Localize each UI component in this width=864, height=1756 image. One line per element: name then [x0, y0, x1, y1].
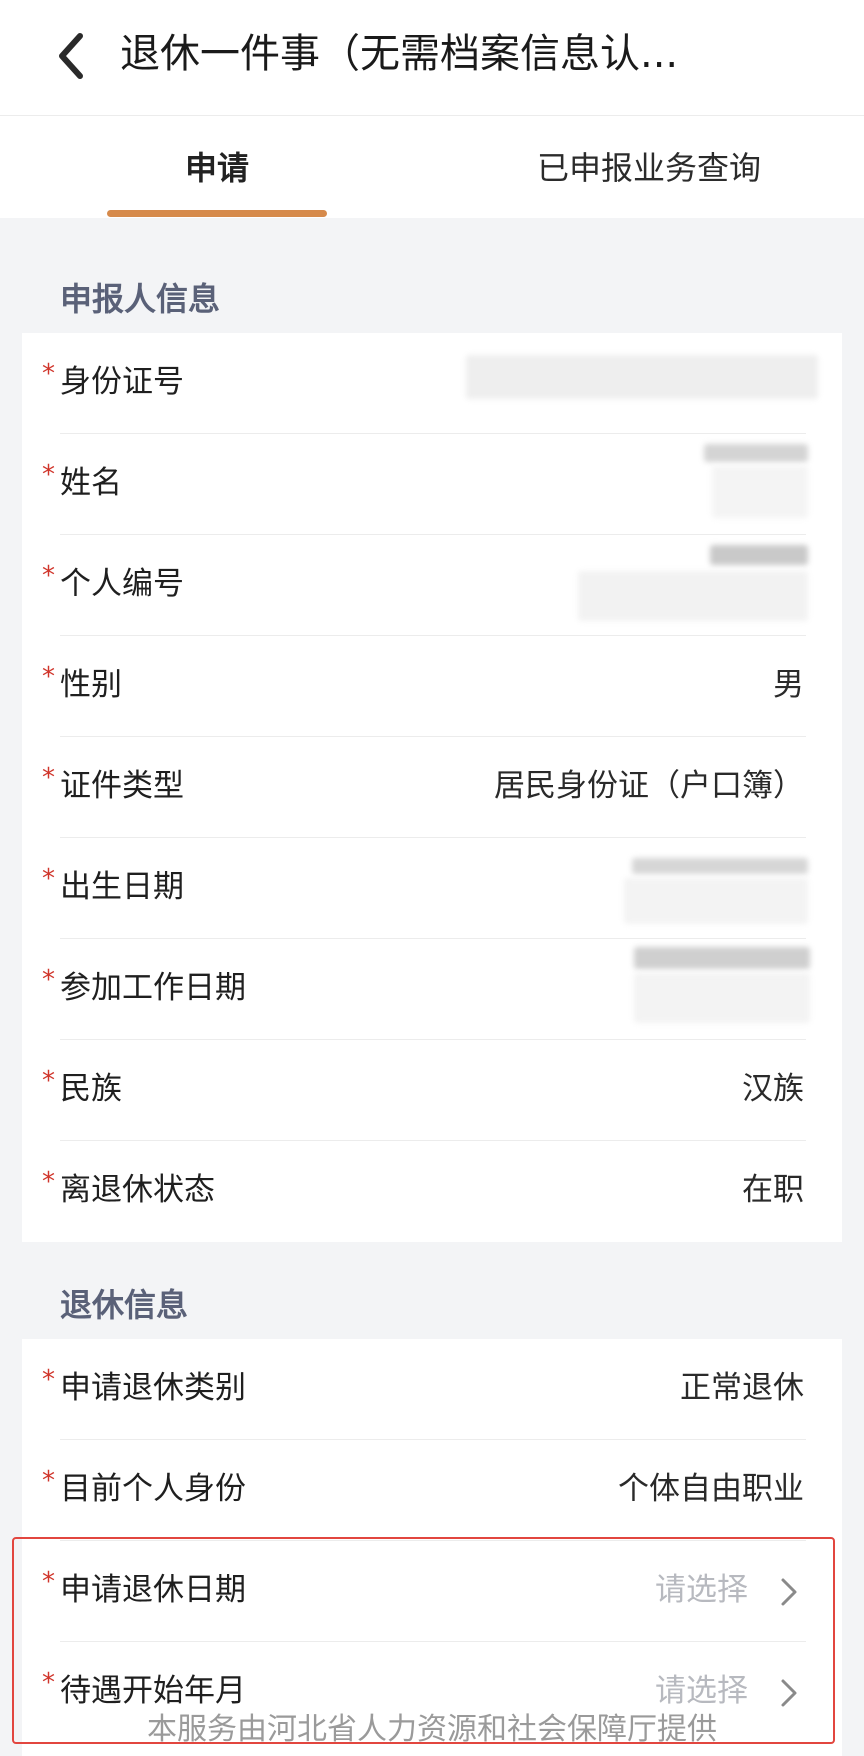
label-id-type: 证件类型 — [60, 768, 184, 804]
label-current-identity: 目前个人身份 — [60, 1471, 246, 1507]
label-ethnicity: 民族 — [60, 1071, 122, 1107]
top-bar: 退休一件事（无需档案信息认... — [0, 0, 864, 116]
row-current-identity: * 目前个人身份 个体自由职业 — [22, 1440, 842, 1541]
required-mark: * — [42, 965, 55, 995]
label-retirement-category: 申请退休类别 — [60, 1370, 246, 1406]
footer-provider-text: 本服务由河北省人力资源和社会保障厅提供 — [147, 1712, 717, 1747]
row-id-number: * 身份证号 — [22, 333, 842, 434]
redacted-work-start-date-lower — [634, 973, 810, 1023]
required-mark: * — [42, 1167, 55, 1197]
required-mark: * — [42, 662, 55, 692]
row-name: * 姓名 — [22, 434, 842, 535]
label-gender: 性别 — [60, 667, 122, 703]
required-mark: * — [42, 460, 55, 490]
label-id-number: 身份证号 — [60, 364, 184, 400]
tab-submitted-query[interactable]: 已申报业务查询 — [537, 146, 761, 190]
redacted-birth-date — [632, 858, 808, 874]
required-mark: * — [42, 763, 55, 793]
applicant-info-card: * 身份证号 * 姓名 * 个人编号 * 性别 男 * 证件类型 居民身份证（户… — [22, 333, 842, 1242]
section-title-retirement: 退休信息 — [60, 1286, 189, 1324]
redacted-birth-date-lower — [624, 878, 808, 924]
tab-bar: 申请 已申报业务查询 — [0, 116, 864, 218]
redacted-personal-number — [710, 545, 808, 565]
active-tab-indicator — [107, 210, 327, 217]
row-id-type: * 证件类型 居民身份证（户口簿） — [22, 737, 842, 838]
chevron-left-icon — [59, 33, 83, 79]
required-mark: * — [42, 1466, 55, 1496]
required-mark: * — [42, 561, 55, 591]
label-birth-date: 出生日期 — [60, 869, 184, 905]
value-gender: 男 — [773, 667, 804, 703]
required-mark: * — [42, 359, 55, 389]
required-mark: * — [42, 1365, 55, 1395]
redacted-name-lower — [712, 466, 808, 518]
required-mark: * — [42, 1066, 55, 1096]
label-work-start-date: 参加工作日期 — [60, 970, 246, 1006]
row-ethnicity: * 民族 汉族 — [22, 1040, 842, 1141]
tab-apply[interactable]: 申请 — [185, 146, 249, 190]
value-ethnicity: 汉族 — [742, 1071, 804, 1107]
label-retirement-status: 离退休状态 — [60, 1172, 215, 1208]
required-mark: * — [42, 864, 55, 894]
row-personal-number: * 个人编号 — [22, 535, 842, 636]
redacted-id-number — [466, 355, 818, 399]
value-retirement-category: 正常退休 — [680, 1370, 804, 1406]
row-work-start-date: * 参加工作日期 — [22, 939, 842, 1040]
redacted-work-start-date — [634, 947, 810, 969]
value-current-identity: 个体自由职业 — [618, 1471, 804, 1507]
label-name: 姓名 — [60, 465, 122, 501]
row-birth-date: * 出生日期 — [22, 838, 842, 939]
redacted-name — [704, 444, 808, 462]
redacted-personal-number-lower — [578, 571, 808, 621]
row-retirement-status: * 离退休状态 在职 — [22, 1141, 842, 1242]
section-title-applicant: 申报人信息 — [60, 280, 221, 318]
row-retirement-category: * 申请退休类别 正常退休 — [22, 1339, 842, 1440]
label-personal-number: 个人编号 — [60, 566, 184, 602]
value-retirement-status: 在职 — [742, 1172, 804, 1208]
back-button[interactable] — [48, 28, 96, 84]
page-title: 退休一件事（无需档案信息认... — [120, 31, 679, 77]
value-id-type: 居民身份证（户口簿） — [494, 768, 804, 804]
row-gender: * 性别 男 — [22, 636, 842, 737]
